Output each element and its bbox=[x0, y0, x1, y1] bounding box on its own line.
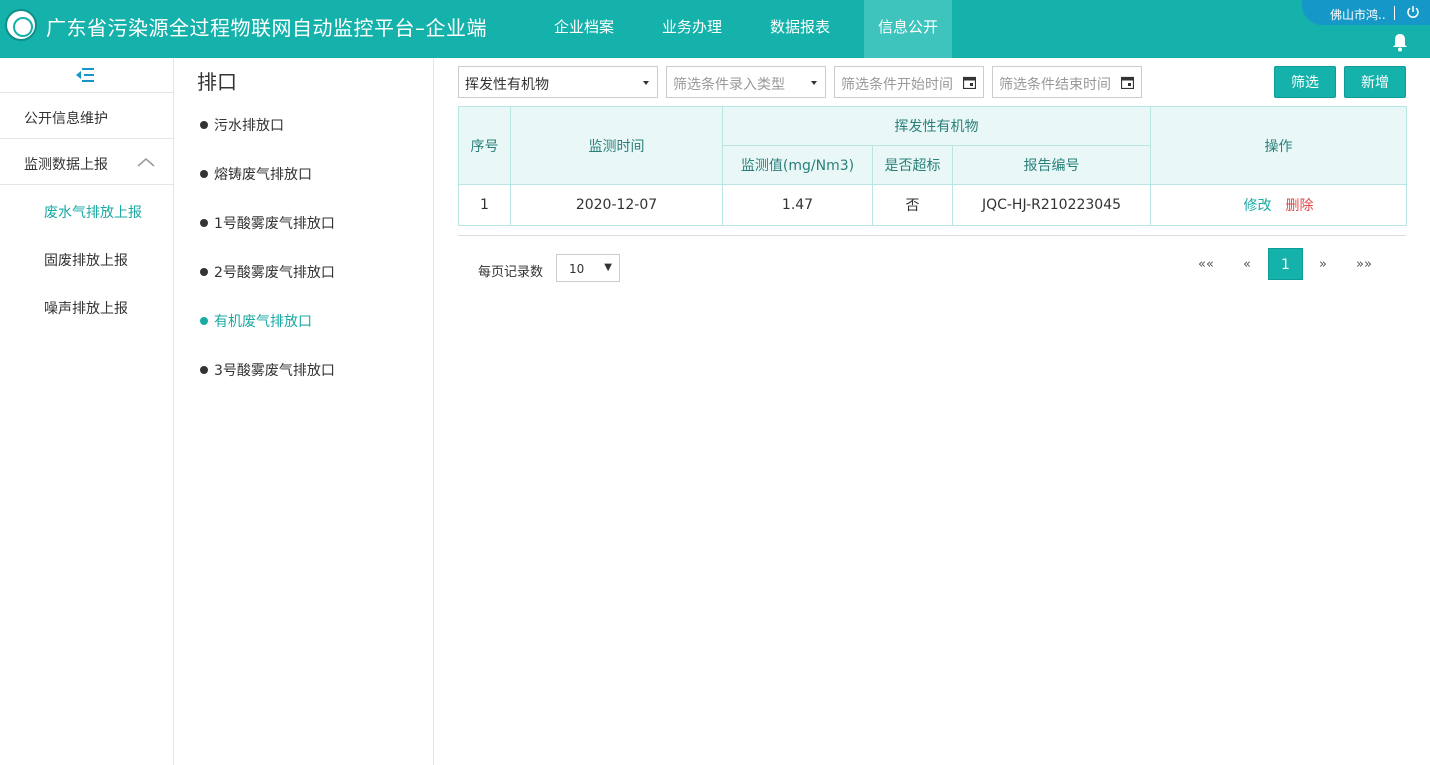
caret-down-icon bbox=[811, 81, 817, 85]
col-group-header-pollutant: 挥发性有机物 bbox=[722, 106, 1151, 146]
col-header-seq: 序号 bbox=[458, 106, 511, 185]
page-1-button[interactable]: 1 bbox=[1268, 248, 1303, 280]
outlet-item[interactable]: 污水排放口 bbox=[200, 115, 284, 135]
bullet-icon bbox=[200, 317, 208, 325]
next-page-button[interactable]: » bbox=[1311, 257, 1335, 272]
calendar-icon[interactable] bbox=[963, 76, 976, 89]
bullet-icon bbox=[200, 366, 208, 374]
bullet-icon bbox=[200, 121, 208, 129]
nav-enterprise-profile[interactable]: 企业档案 bbox=[540, 0, 628, 58]
outlet-item[interactable]: 1号酸雾废气排放口 bbox=[200, 213, 335, 233]
add-button[interactable]: 新增 bbox=[1344, 66, 1406, 98]
sidebar-item-wastewater-gas[interactable]: 废水气排放上报 bbox=[44, 202, 142, 222]
divider bbox=[458, 235, 1406, 236]
divider bbox=[0, 184, 173, 185]
entry-type-select[interactable]: 筛选条件录入类型 bbox=[666, 66, 826, 98]
outlet-panel-title: 排口 bbox=[197, 70, 237, 94]
page-size-select[interactable]: 10 ▼ bbox=[556, 254, 620, 282]
calendar-icon[interactable] bbox=[1121, 76, 1134, 89]
table-row: 1 2020-12-07 1.47 否 JQC-HJ-R210223045 修改… bbox=[458, 184, 1407, 226]
outlet-label[interactable]: 1号酸雾废气排放口 bbox=[214, 216, 335, 232]
outlet-label[interactable]: 有机废气排放口 bbox=[214, 314, 312, 330]
pollutant-select[interactable]: 挥发性有机物 bbox=[458, 66, 658, 98]
outlet-label[interactable]: 熔铸废气排放口 bbox=[214, 167, 312, 183]
bullet-icon bbox=[200, 219, 208, 227]
bullet-icon bbox=[200, 170, 208, 178]
col-header-exceed: 是否超标 bbox=[872, 145, 953, 185]
cell-exceed: 否 bbox=[872, 184, 953, 226]
cell-value: 1.47 bbox=[722, 184, 873, 226]
user-name[interactable]: 佛山市鸿.. bbox=[1330, 6, 1386, 23]
chevron-up-icon[interactable] bbox=[137, 157, 155, 167]
delete-link[interactable]: 删除 bbox=[1286, 198, 1314, 214]
nav-data-reports[interactable]: 数据报表 bbox=[756, 0, 844, 58]
divider bbox=[0, 138, 173, 139]
caret-down-icon: ▼ bbox=[604, 262, 612, 273]
edit-link[interactable]: 修改 bbox=[1244, 198, 1272, 214]
filter-button[interactable]: 筛选 bbox=[1274, 66, 1336, 98]
top-header: 广东省污染源全过程物联网自动监控平台–企业端 企业档案 业务办理 数据报表 信息… bbox=[0, 0, 1430, 58]
nav-business[interactable]: 业务办理 bbox=[648, 0, 736, 58]
sidebar-item-monitoring-report[interactable]: 监测数据上报 bbox=[24, 154, 108, 174]
sidebar-item-solid-waste[interactable]: 固废排放上报 bbox=[44, 250, 128, 270]
user-menu[interactable]: 佛山市鸿.. bbox=[1302, 0, 1430, 25]
cell-report: JQC-HJ-R210223045 bbox=[952, 184, 1151, 226]
outlet-item[interactable]: 熔铸废气排放口 bbox=[200, 164, 312, 184]
start-date-input[interactable]: 筛选条件开始时间 bbox=[834, 66, 984, 98]
cell-seq: 1 bbox=[458, 184, 511, 226]
outlet-item[interactable]: 3号酸雾废气排放口 bbox=[200, 360, 335, 380]
col-header-ops: 操作 bbox=[1150, 106, 1407, 185]
monitoring-data-table: 序号 监测时间 挥发性有机物 操作 监测值(mg/Nm3) 是否超标 报告编号 … bbox=[458, 106, 1407, 226]
first-page-button[interactable]: «« bbox=[1194, 257, 1218, 272]
end-date-input[interactable]: 筛选条件结束时间 bbox=[992, 66, 1142, 98]
entry-type-placeholder: 筛选条件录入类型 bbox=[673, 77, 785, 93]
col-header-time: 监测时间 bbox=[510, 106, 723, 185]
outlet-label[interactable]: 3号酸雾废气排放口 bbox=[214, 363, 335, 379]
end-date-placeholder: 筛选条件结束时间 bbox=[999, 77, 1111, 93]
outlet-item[interactable]: 2号酸雾废气排放口 bbox=[200, 262, 335, 282]
last-page-button[interactable]: »» bbox=[1352, 257, 1376, 272]
pollutant-select-value: 挥发性有机物 bbox=[465, 77, 549, 93]
sidebar-item-public-info[interactable]: 公开信息维护 bbox=[24, 108, 108, 128]
outlet-item[interactable]: 有机废气排放口 bbox=[200, 311, 312, 331]
outlet-label[interactable]: 污水排放口 bbox=[214, 118, 284, 134]
outlet-panel: 排口 污水排放口 熔铸废气排放口 1号酸雾废气排放口 2号酸雾废气排放口 有机废… bbox=[174, 58, 434, 765]
bell-icon[interactable] bbox=[1390, 32, 1410, 52]
app-title: 广东省污染源全过程物联网自动监控平台–企业端 bbox=[46, 16, 487, 40]
left-sidebar: 公开信息维护 监测数据上报 废水气排放上报 固废排放上报 噪声排放上报 bbox=[0, 58, 174, 765]
col-header-value: 监测值(mg/Nm3) bbox=[722, 145, 873, 185]
start-date-placeholder: 筛选条件开始时间 bbox=[841, 77, 953, 93]
page-size-value: 10 bbox=[569, 262, 585, 276]
cell-ops: 修改 删除 bbox=[1150, 184, 1407, 226]
cell-time: 2020-12-07 bbox=[510, 184, 723, 226]
caret-down-icon bbox=[643, 81, 649, 85]
col-header-report: 报告编号 bbox=[952, 145, 1151, 185]
divider bbox=[1394, 6, 1395, 20]
nav-info-disclosure[interactable]: 信息公开 bbox=[864, 0, 952, 58]
sidebar-item-noise[interactable]: 噪声排放上报 bbox=[44, 298, 128, 318]
bullet-icon bbox=[200, 268, 208, 276]
outlet-label[interactable]: 2号酸雾废气排放口 bbox=[214, 265, 335, 281]
page-size-label: 每页记录数 bbox=[478, 265, 544, 280]
power-icon[interactable] bbox=[1406, 5, 1420, 19]
menu-collapse-icon[interactable] bbox=[75, 67, 95, 83]
prev-page-button[interactable]: « bbox=[1235, 257, 1259, 272]
logo-emblem-icon bbox=[5, 9, 37, 41]
divider bbox=[0, 92, 173, 93]
